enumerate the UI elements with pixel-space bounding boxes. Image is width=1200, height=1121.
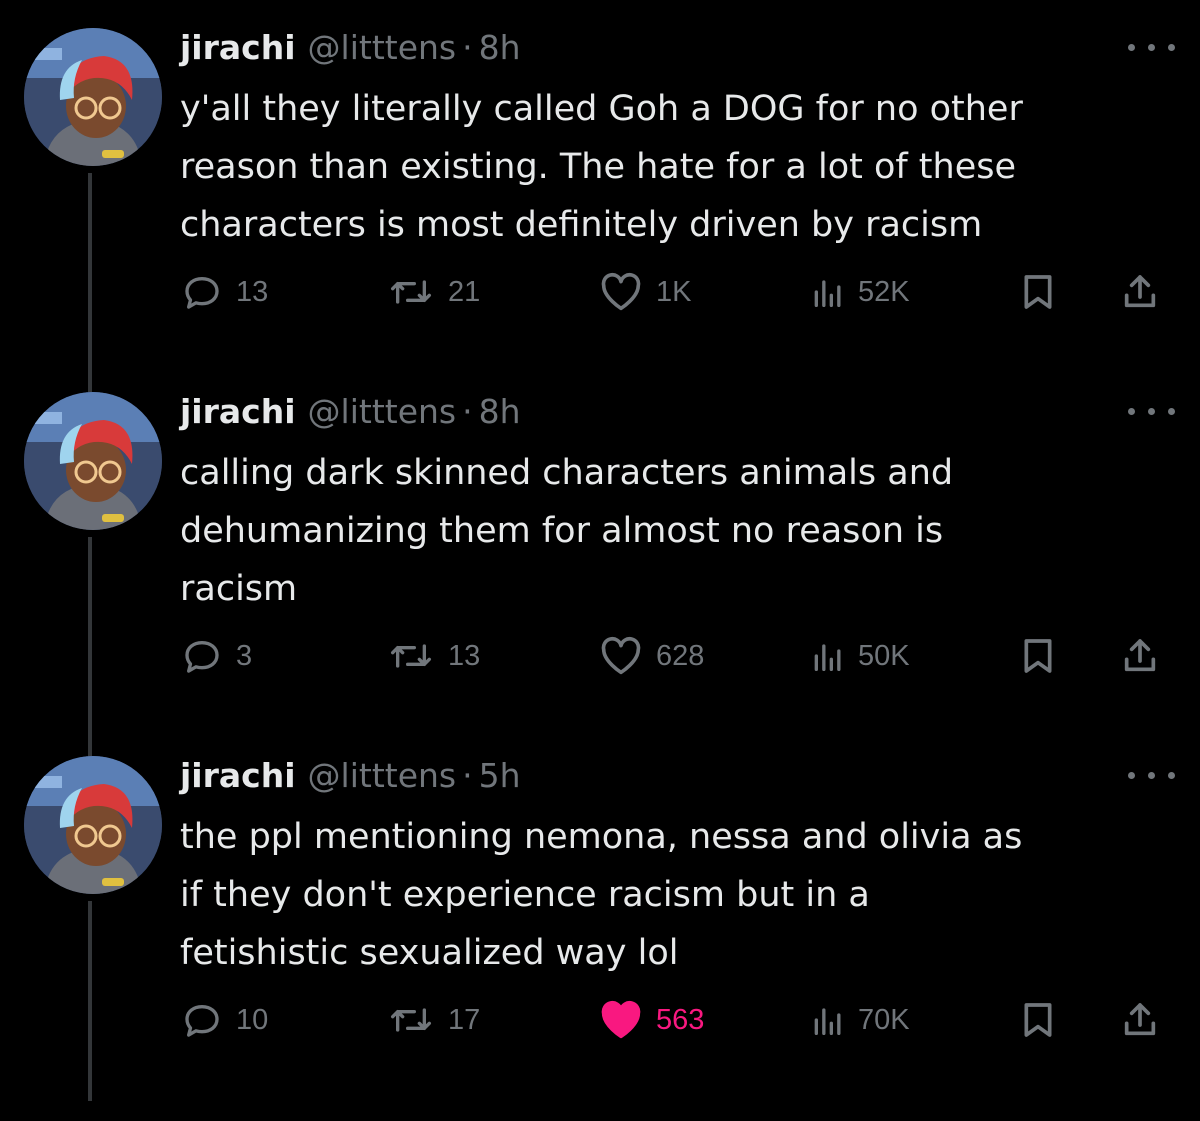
share-button[interactable]	[1120, 1000, 1160, 1040]
like-button[interactable]: 563	[598, 1000, 704, 1040]
like-button[interactable]: 628	[598, 636, 704, 676]
share-icon	[1120, 272, 1160, 312]
retweet-count: 13	[448, 639, 481, 672]
action-bar: 13 21 1K 52K	[180, 272, 1170, 312]
heart-icon	[598, 272, 644, 312]
author-name[interactable]: jirachi	[180, 392, 296, 431]
retweet-icon	[386, 1000, 436, 1040]
tweet-text: the ppl mentioning nemona, nessa and oli…	[180, 817, 1023, 973]
more-options-icon[interactable]	[1128, 404, 1178, 420]
author-name[interactable]: jirachi	[180, 28, 296, 67]
retweet-button[interactable]: 13	[386, 636, 480, 676]
bookmark-button[interactable]	[1018, 636, 1058, 676]
share-icon	[1120, 636, 1160, 676]
avatar[interactable]	[24, 392, 162, 530]
like-button[interactable]: 1K	[598, 272, 691, 312]
author-handle[interactable]: @litttens	[308, 392, 457, 431]
share-button[interactable]	[1120, 636, 1160, 676]
author-handle[interactable]: @litttens	[308, 28, 457, 67]
thread-line	[88, 537, 92, 757]
retweet-icon	[386, 636, 436, 676]
retweet-count: 21	[448, 275, 481, 308]
like-count: 628	[656, 639, 705, 672]
separator: ·	[462, 28, 473, 67]
timestamp[interactable]: 8h	[479, 392, 521, 431]
tweet-header: jirachi @litttens · 5h	[180, 756, 521, 816]
retweet-count: 17	[448, 1003, 481, 1036]
timestamp[interactable]: 8h	[479, 28, 521, 67]
retweet-button[interactable]: 21	[386, 272, 480, 312]
view-count: 50K	[858, 639, 910, 672]
thread-line	[88, 173, 92, 408]
reply-count: 3	[236, 639, 253, 672]
views-button[interactable]: 70K	[810, 1000, 910, 1040]
tweet[interactable]: jirachi @litttens · 8h calling dark skin…	[0, 392, 1200, 757]
views-button[interactable]: 52K	[810, 272, 910, 312]
action-bar: 10 17 563 70K	[180, 1000, 1170, 1040]
tweet-text: calling dark skinned characters animals …	[180, 453, 954, 609]
reply-count: 13	[236, 275, 269, 308]
reply-button[interactable]: 13	[180, 272, 268, 312]
like-count: 563	[656, 1003, 705, 1036]
views-icon	[810, 1000, 846, 1040]
retweet-icon	[386, 272, 436, 312]
tweet-text: y'all they literally called Goh a DOG fo…	[180, 89, 1023, 245]
more-options-icon[interactable]	[1128, 40, 1178, 56]
separator: ·	[462, 392, 473, 431]
more-options-icon[interactable]	[1128, 768, 1178, 784]
bookmark-icon	[1018, 1000, 1058, 1040]
reply-button[interactable]: 10	[180, 1000, 268, 1040]
avatar[interactable]	[24, 756, 162, 894]
share-button[interactable]	[1120, 272, 1160, 312]
author-name[interactable]: jirachi	[180, 756, 296, 795]
bookmark-button[interactable]	[1018, 1000, 1058, 1040]
tweet[interactable]: jirachi @litttens · 5h the ppl mentionin…	[0, 756, 1200, 1121]
bookmark-icon	[1018, 272, 1058, 312]
reply-icon	[180, 636, 224, 676]
author-handle[interactable]: @litttens	[308, 756, 457, 795]
heart-icon	[598, 1000, 644, 1040]
view-count: 70K	[858, 1003, 910, 1036]
views-button[interactable]: 50K	[810, 636, 910, 676]
views-icon	[810, 636, 846, 676]
timestamp[interactable]: 5h	[479, 756, 521, 795]
retweet-button[interactable]: 17	[386, 1000, 480, 1040]
separator: ·	[462, 756, 473, 795]
reply-count: 10	[236, 1003, 269, 1036]
bookmark-icon	[1018, 636, 1058, 676]
reply-button[interactable]: 3	[180, 636, 252, 676]
bookmark-button[interactable]	[1018, 272, 1058, 312]
reply-icon	[180, 1000, 224, 1040]
share-icon	[1120, 1000, 1160, 1040]
views-icon	[810, 272, 846, 312]
reply-icon	[180, 272, 224, 312]
tweet-header: jirachi @litttens · 8h	[180, 392, 521, 452]
heart-icon	[598, 636, 644, 676]
action-bar: 3 13 628 50K	[180, 636, 1170, 676]
avatar[interactable]	[24, 28, 162, 166]
like-count: 1K	[656, 275, 692, 308]
thread-line	[88, 901, 92, 1101]
tweet[interactable]: jirachi @litttens · 8h y'all they litera…	[0, 28, 1200, 408]
view-count: 52K	[858, 275, 910, 308]
tweet-header: jirachi @litttens · 8h	[180, 28, 521, 88]
